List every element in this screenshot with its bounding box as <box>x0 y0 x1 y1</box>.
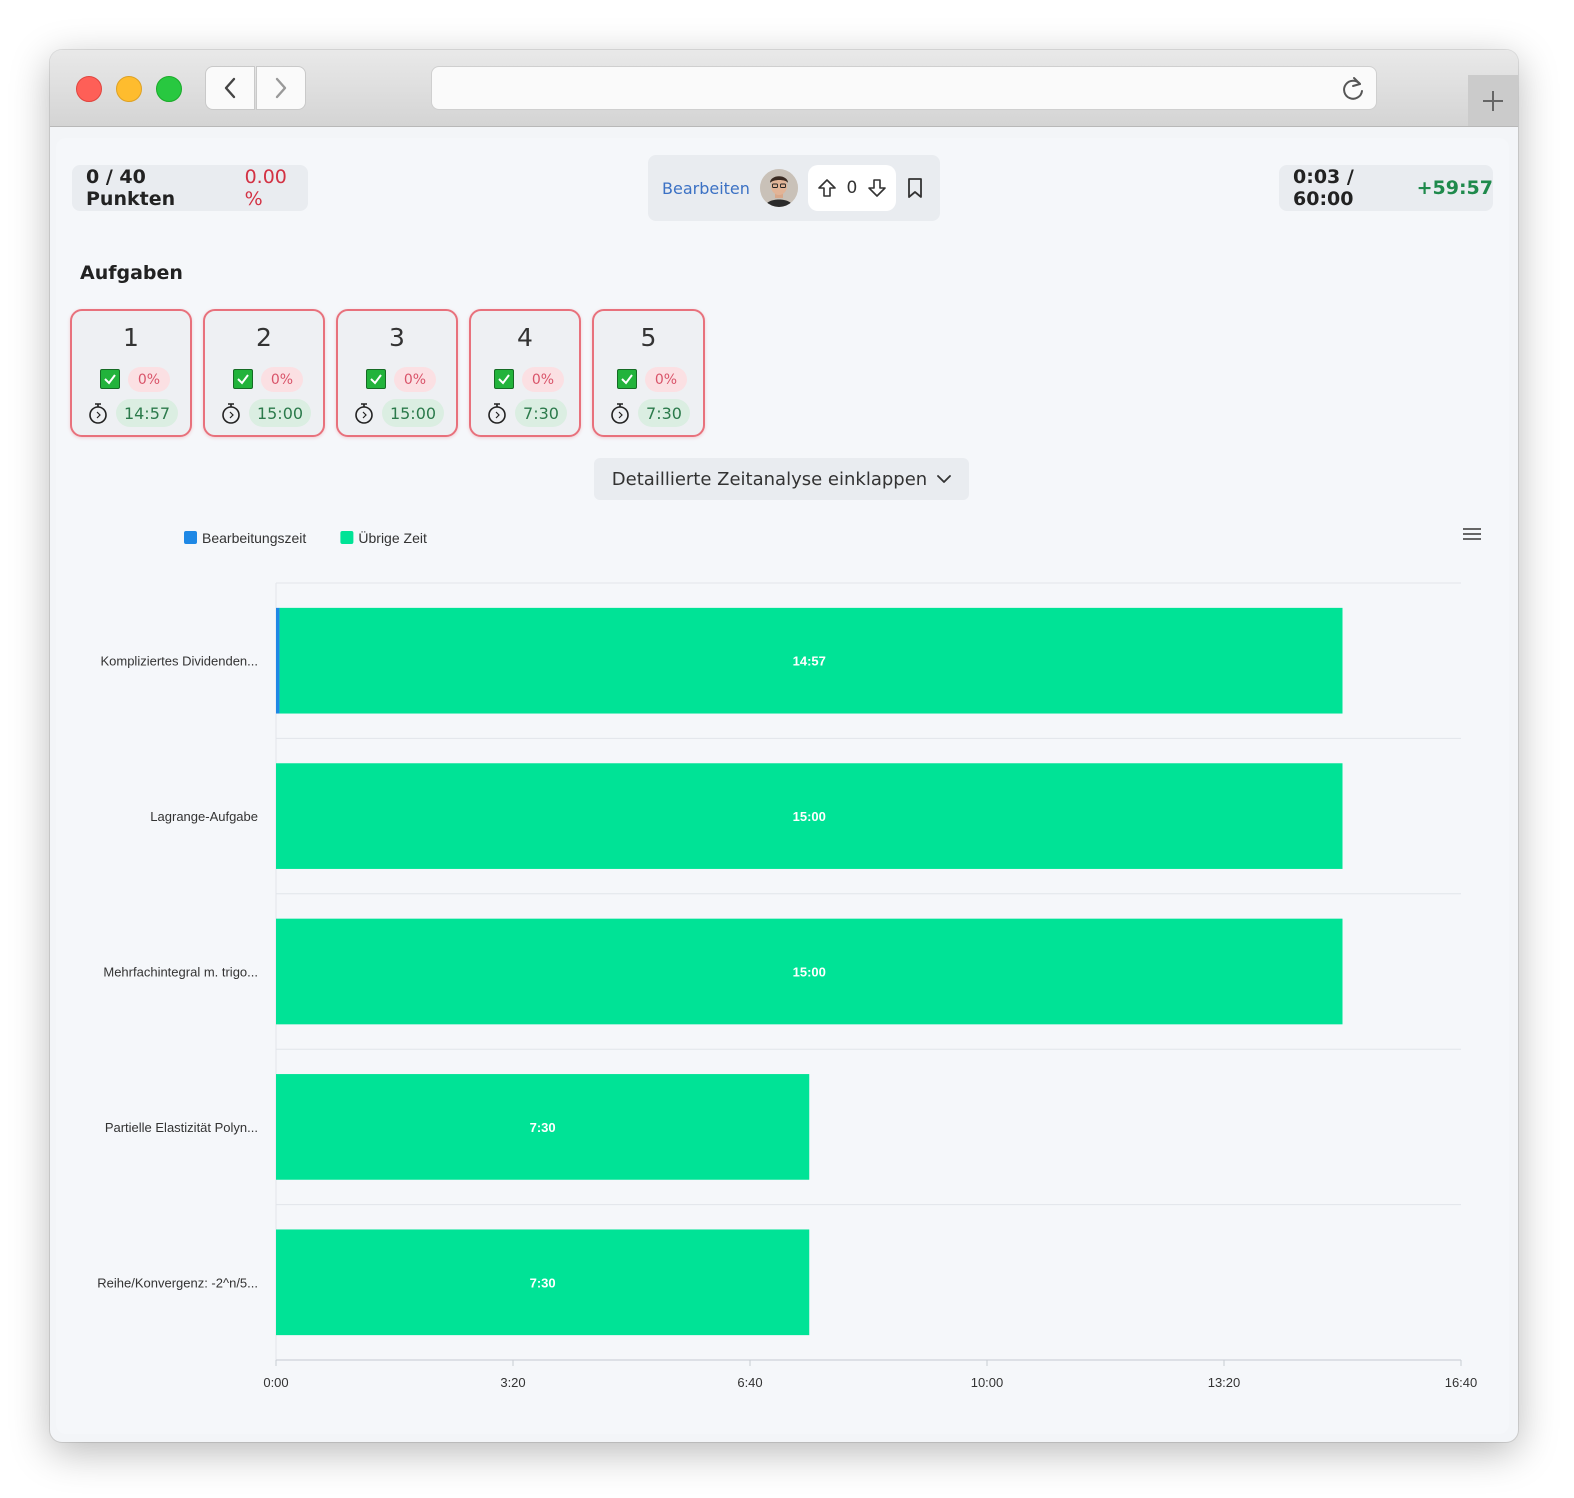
score-display: 0 / 40 Punkten 0.00 % <box>72 165 308 211</box>
x-tick-label: 6:40 <box>737 1375 762 1390</box>
browser-window: 0 / 40 Punkten 0.00 % Bearbeiten 0 0:03 … <box>50 50 1518 1442</box>
x-tick-label: 13:20 <box>1208 1375 1241 1390</box>
collapse-analysis-label: Detaillierte Zeitanalyse einklappen <box>611 468 928 490</box>
score-label: 0 / 40 Punkten <box>86 166 176 210</box>
task-number: 1 <box>123 323 139 352</box>
plus-icon <box>1483 90 1503 111</box>
task-time-badge: 7:30 <box>515 399 567 427</box>
legend-label: Übrige Zeit <box>358 529 427 546</box>
page-content: 0 / 40 Punkten 0.00 % Bearbeiten 0 0:03 … <box>56 138 1509 1434</box>
checkbox-icon <box>366 369 386 389</box>
new-tab-button[interactable] <box>1468 75 1518 126</box>
task-percent-badge: 0% <box>261 367 303 392</box>
stopwatch-icon <box>488 403 506 424</box>
task-card[interactable]: 2 0% 15:00 <box>203 309 325 437</box>
task-card[interactable]: 4 0% 7:30 <box>469 309 581 437</box>
legend-swatch <box>184 531 197 544</box>
chevron-left-icon <box>224 77 236 99</box>
task-number: 2 <box>256 323 272 352</box>
close-window-button[interactable] <box>76 76 102 102</box>
task-number: 4 <box>517 323 533 352</box>
time-analysis-chart: 14:57 Kompliziertes Dividenden... 15:00 Lag… <box>56 508 1509 1434</box>
vote-count: 0 <box>846 178 858 198</box>
task-card[interactable]: 1 0% 14:57 <box>70 309 192 437</box>
avatar-image <box>759 169 798 207</box>
task-time-badge: 7:30 <box>638 399 690 427</box>
task-percent-badge: 0% <box>394 367 436 392</box>
collapse-analysis-button[interactable]: Detaillierte Zeitanalyse einklappen <box>594 458 969 500</box>
x-tick-label: 10:00 <box>971 1375 1004 1390</box>
chevron-right-icon <box>275 77 287 99</box>
section-title: Aufgaben <box>80 262 183 284</box>
task-time-badge: 14:57 <box>116 399 178 427</box>
address-bar[interactable] <box>431 66 1377 110</box>
y-tick-label: Reihe/Konvergenz: -2^n/5... <box>97 1275 258 1290</box>
titlebar <box>50 50 1518 127</box>
legend-swatch <box>340 531 354 544</box>
y-tick-label: Lagrange-Aufgabe <box>150 809 258 824</box>
timer-display: 0:03 / 60:00 +59:57 <box>1279 165 1493 211</box>
downvote-icon[interactable] <box>867 178 887 198</box>
task-percent-badge: 0% <box>128 367 170 392</box>
back-button[interactable] <box>205 66 255 110</box>
bar-bearbeitungszeit <box>276 607 280 714</box>
checkbox-icon <box>617 369 637 389</box>
task-card[interactable]: 3 0% 15:00 <box>336 309 458 437</box>
stopwatch-icon <box>89 403 107 424</box>
avatar[interactable] <box>759 169 798 207</box>
chevron-down-icon <box>937 475 952 483</box>
vote-control: 0 <box>807 165 896 211</box>
x-tick-label: 3:20 <box>500 1375 525 1390</box>
upvote-icon[interactable] <box>817 178 837 198</box>
y-tick-label: Partielle Elastizität Polyn... <box>105 1120 258 1135</box>
task-percent-badge: 0% <box>522 367 564 392</box>
bar-data-label: 15:00 <box>793 965 826 980</box>
maximize-window-button[interactable] <box>156 76 182 102</box>
bar-data-label: 7:30 <box>530 1120 556 1135</box>
y-tick-label: Mehrfachintegral m. trigo... <box>103 965 258 980</box>
action-bar: Bearbeiten 0 <box>648 155 940 221</box>
x-tick-label: 16:40 <box>1445 1375 1478 1390</box>
chart-svg: 14:57 Kompliziertes Dividenden... 15:00 Lag… <box>97 528 1481 1390</box>
nav-buttons <box>205 66 307 110</box>
forward-button[interactable] <box>256 66 306 110</box>
task-number: 3 <box>389 323 405 352</box>
task-percent-badge: 0% <box>645 367 687 392</box>
task-number: 5 <box>640 323 657 352</box>
task-time-badge: 15:00 <box>249 399 311 427</box>
x-tick-label: 0:00 <box>263 1375 288 1390</box>
stopwatch-icon <box>355 403 373 424</box>
task-time-badge: 15:00 <box>382 399 444 427</box>
timer-remaining: +59:57 <box>1416 177 1493 199</box>
stopwatch-icon <box>222 403 240 424</box>
minimize-window-button[interactable] <box>116 76 142 102</box>
edit-link[interactable]: Bearbeiten <box>662 179 750 198</box>
checkbox-icon <box>233 369 253 389</box>
bar-data-label: 15:00 <box>793 809 826 824</box>
y-tick-label: Kompliziertes Dividenden... <box>100 654 258 669</box>
checkbox-icon <box>494 369 514 389</box>
bar-data-label: 14:57 <box>793 654 826 669</box>
task-card[interactable]: 5 0% 7:30 <box>592 309 705 437</box>
bar-data-label: 7:30 <box>530 1275 556 1290</box>
checkbox-icon <box>100 369 120 389</box>
timer-elapsed: 0:03 / 60:00 <box>1293 166 1354 210</box>
legend-label: Bearbeitungszeit <box>202 530 306 546</box>
score-percent: 0.00 % <box>244 166 287 210</box>
reload-icon[interactable] <box>1340 75 1366 103</box>
stopwatch-icon <box>611 403 629 424</box>
bookmark-icon[interactable] <box>906 177 924 199</box>
